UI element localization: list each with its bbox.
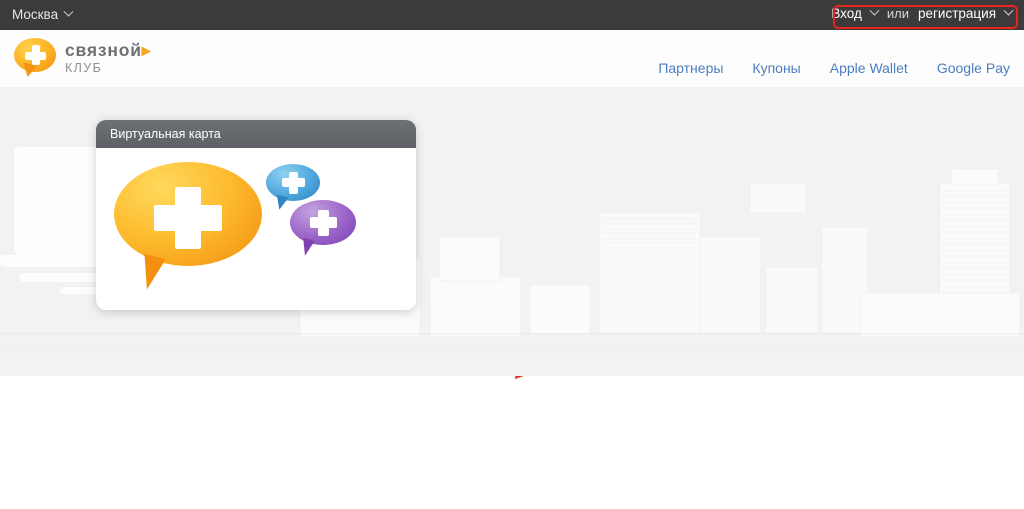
nav-item-partners[interactable]: Партнеры — [658, 60, 723, 76]
login-link[interactable]: Вход — [831, 6, 862, 21]
purple-plus-bubble-icon — [290, 200, 356, 258]
logo-tick-icon: ▸ — [141, 39, 152, 60]
virtual-card-image: Виртуальная карта — [96, 120, 416, 310]
nav-item-coupons[interactable]: Купоны — [752, 60, 800, 76]
green-plus-bubble-icon — [274, 249, 330, 297]
nav-item-apple-wallet[interactable]: Apple Wallet — [830, 60, 908, 76]
top-bar: Москва Вход или регистрация — [0, 0, 1024, 30]
logo-subtitle: КЛУБ — [65, 61, 103, 75]
virtual-card-title: Виртуальная карта — [96, 120, 416, 148]
chevron-down-icon[interactable] — [869, 5, 880, 16]
page-root: Москва Вход или регистрация связной▸ КЛУ… — [0, 0, 1024, 509]
header-nav: Партнеры Купоны Apple Wallet Google Pay — [658, 60, 1010, 76]
site-header: связной▸ КЛУБ Партнеры Купоны Apple Wall… — [0, 30, 1024, 87]
chevron-down-icon — [63, 6, 74, 17]
logo-wordmark: связной▸ — [65, 39, 152, 60]
city-selector[interactable]: Москва — [12, 6, 74, 22]
city-label: Москва — [12, 7, 59, 22]
hero-section: Виртуальная карта Электронная почта — [0, 87, 1024, 376]
site-logo[interactable]: связной▸ КЛУБ — [14, 38, 152, 79]
virtual-card-graphics — [96, 148, 416, 310]
logo-wordmark-text: связной — [65, 39, 142, 60]
register-link[interactable]: регистрация — [918, 6, 996, 21]
chevron-down-icon[interactable] — [1003, 5, 1014, 16]
account-links: Вход или регистрация — [827, 4, 1016, 23]
orange-plus-bubble-icon — [114, 162, 262, 293]
speech-bubble-plus-icon — [14, 38, 56, 79]
nav-item-google-pay[interactable]: Google Pay — [937, 60, 1010, 76]
or-separator: или — [886, 6, 909, 21]
